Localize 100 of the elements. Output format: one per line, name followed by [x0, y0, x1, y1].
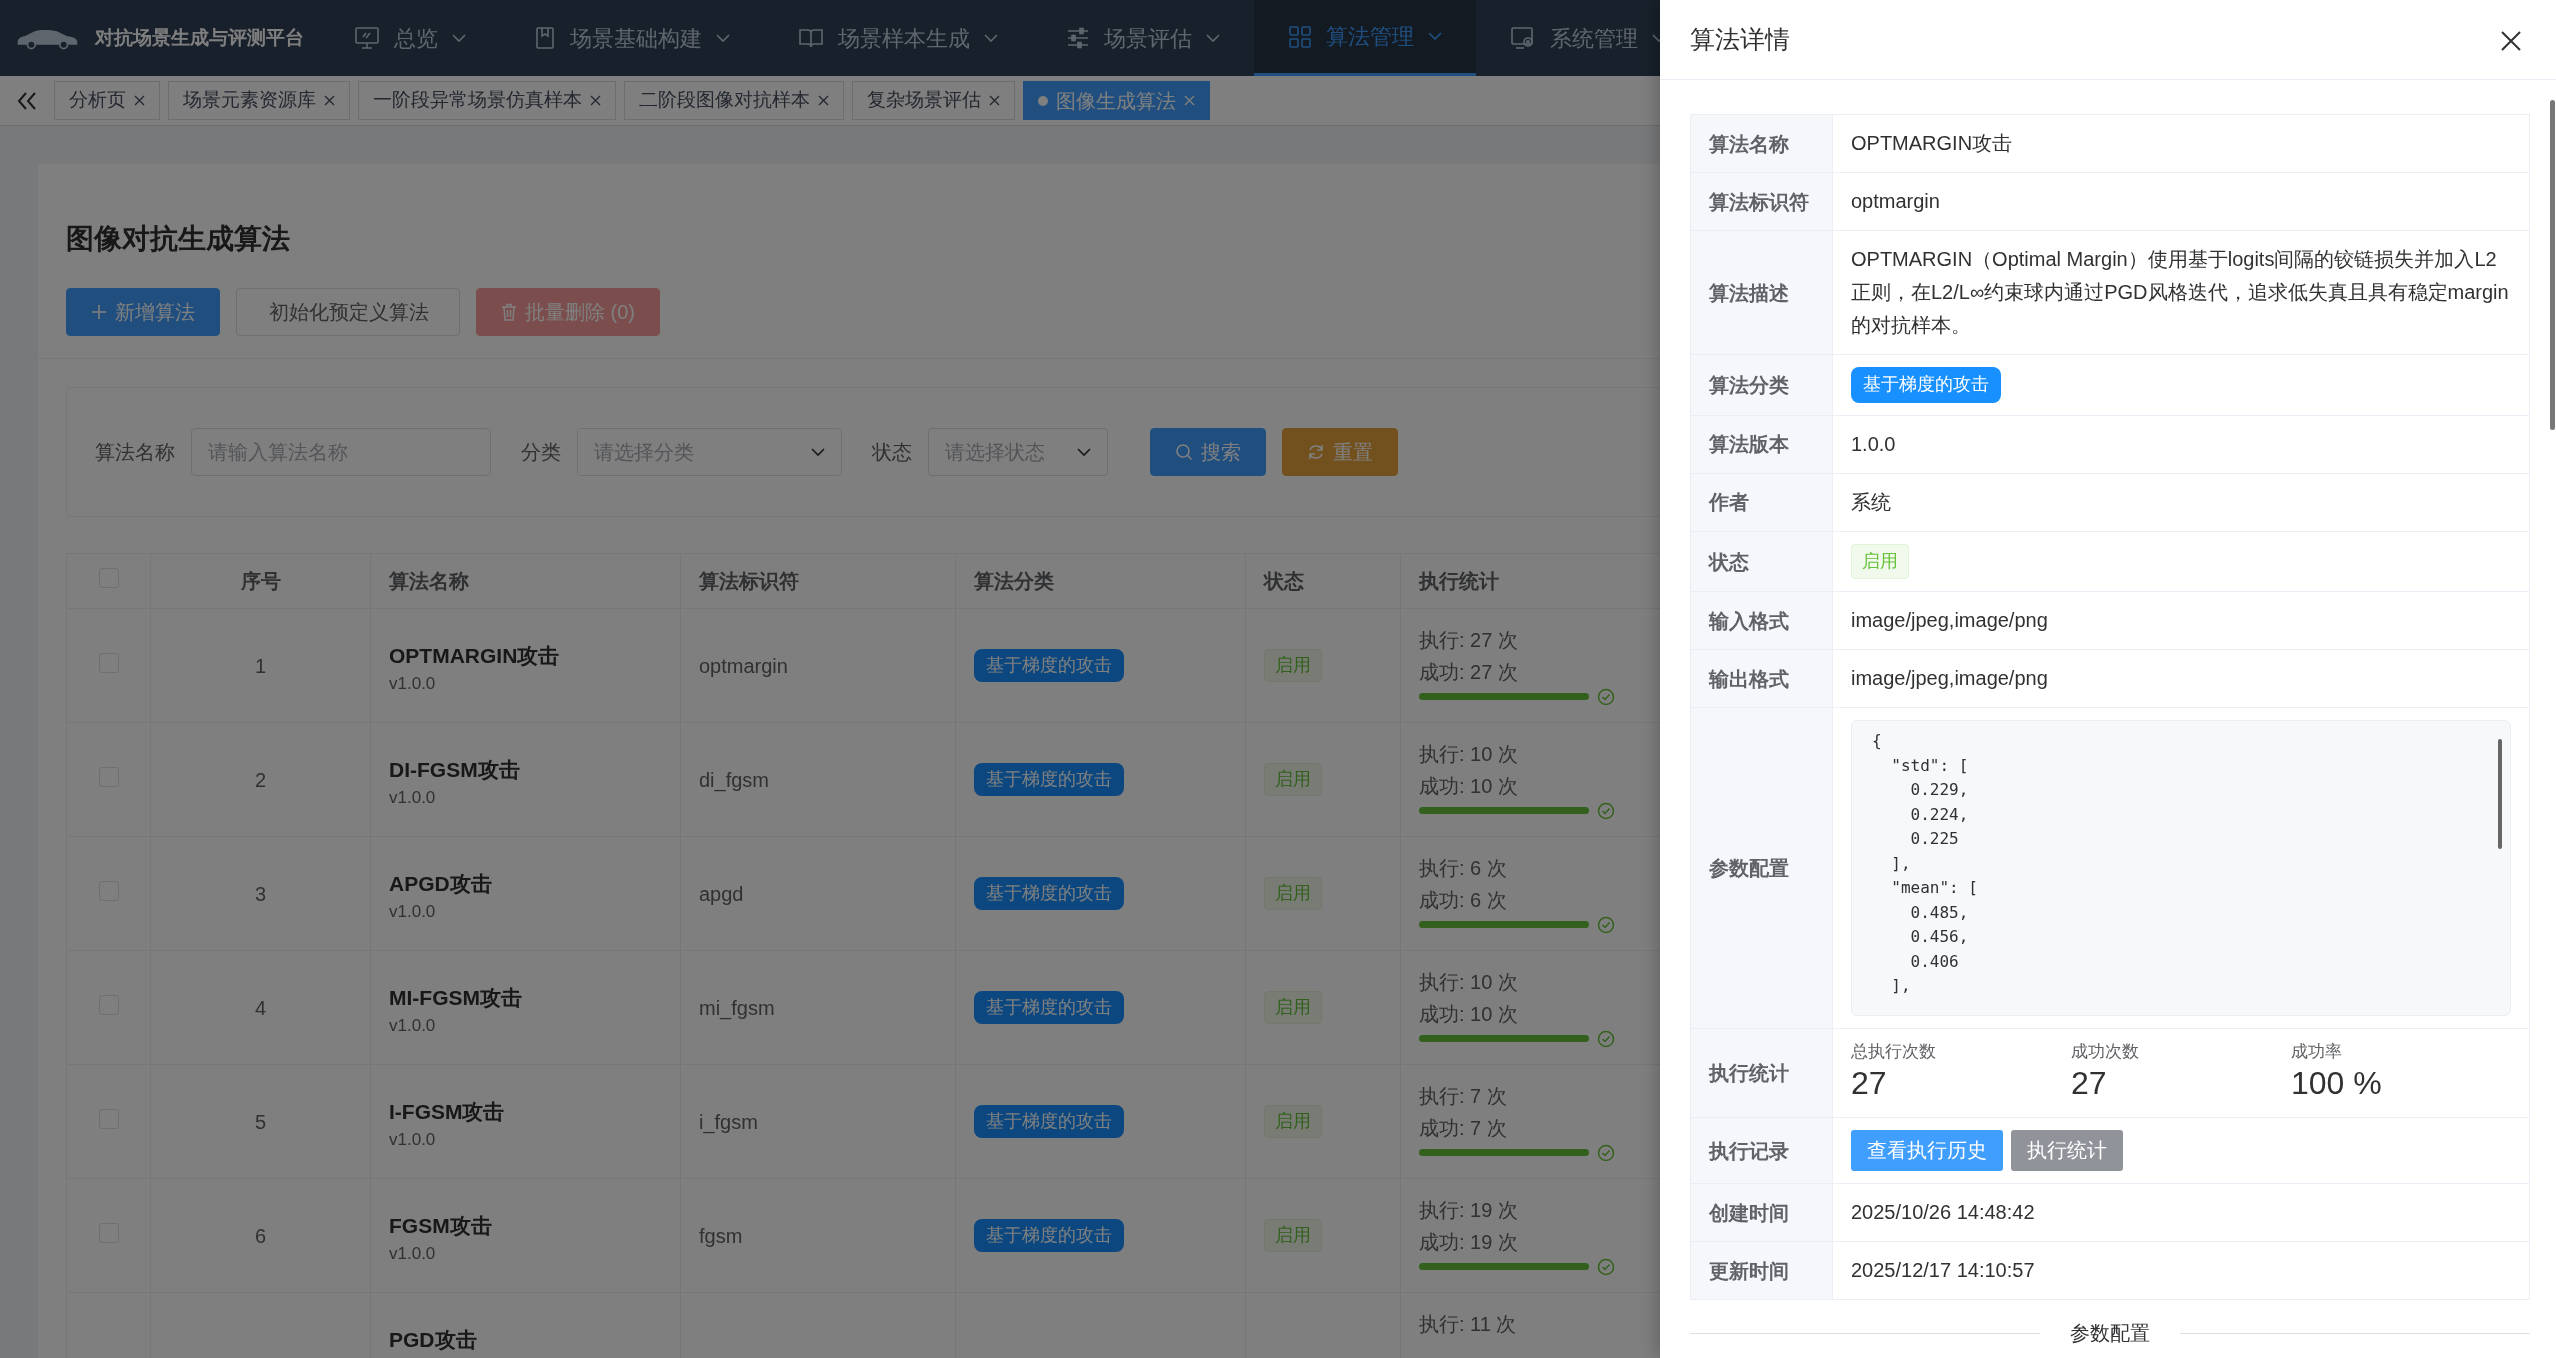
success-count: 成功: 19 次	[1419, 1229, 1518, 1255]
filter-label: 状态	[872, 440, 912, 465]
field-value: optmargin	[1851, 190, 1940, 212]
column-header: 序号	[240, 570, 281, 592]
check-circle-icon	[1597, 687, 1615, 706]
success-count: 成功: 27 次	[1419, 659, 1518, 685]
table-cell: fgsm	[699, 1224, 743, 1247]
grid-icon	[1288, 24, 1312, 49]
algorithm-name: APGD攻击	[389, 870, 493, 897]
field-label: 执行记录	[1709, 1139, 1789, 1162]
algorithm-name: DI-FGSM攻击	[389, 756, 521, 783]
field-label: 作者	[1709, 491, 1749, 514]
open-book-icon	[798, 27, 824, 49]
run-count: 执行: 10 次	[1419, 969, 1518, 995]
page-tab[interactable]: 复杂场景评估	[852, 81, 1015, 120]
stat-value: 27	[2071, 1064, 2107, 1104]
field-value: 系统	[1851, 490, 1891, 513]
algorithm-name: OPTMARGIN攻击	[389, 642, 561, 669]
filter-label: 算法名称	[95, 440, 175, 465]
check-circle-icon	[1597, 1257, 1615, 1276]
nav-menu-item[interactable]: 场景评估	[1032, 0, 1254, 76]
nav-menu-item[interactable]: 场景基础构建	[500, 0, 764, 76]
status-tag: 启用	[1264, 649, 1322, 682]
table-cell: apgd	[699, 882, 744, 905]
book-icon	[534, 26, 556, 50]
nav-menu-item[interactable]: 算法管理	[1254, 0, 1476, 76]
table-cell: mi_fgsm	[699, 996, 775, 1019]
success-count: 成功: 6 次	[1419, 887, 1507, 913]
close-icon[interactable]	[324, 95, 335, 106]
close-icon[interactable]	[818, 95, 829, 106]
version-text: v1.0.0	[389, 1015, 437, 1037]
close-icon[interactable]	[590, 95, 601, 106]
check-circle-icon	[1597, 915, 1615, 934]
action-button[interactable]: 新增算法	[66, 288, 220, 336]
success-count: 成功: 7 次	[1419, 1115, 1507, 1141]
run-count: 执行: 10 次	[1419, 741, 1518, 767]
table-cell: di_fgsm	[699, 768, 770, 791]
status-tag: 启用	[1264, 1219, 1322, 1252]
field-label: 执行统计	[1709, 1062, 1789, 1085]
stat-value: 27	[1851, 1064, 1887, 1104]
nav-menu-item[interactable]: 总览	[320, 0, 500, 76]
sliders-icon	[1066, 27, 1090, 49]
field-label: 算法版本	[1709, 433, 1789, 456]
field-label: 参数配置	[1709, 857, 1789, 880]
page-tab[interactable]: 场景元素资源库	[168, 81, 350, 120]
reset-button[interactable]: 重置	[1282, 428, 1398, 476]
section-heading: 参数配置	[2069, 1321, 2151, 1347]
category-tag: 基于梯度的攻击	[974, 1105, 1124, 1138]
run-count: 执行: 11 次	[1419, 1311, 1517, 1337]
check-circle-icon	[1597, 1029, 1615, 1048]
chevron-icon	[1077, 447, 1091, 457]
collapse-icon[interactable]	[16, 90, 38, 111]
monitor-icon	[354, 26, 380, 50]
search-button[interactable]: 搜索	[1150, 428, 1266, 476]
action-button[interactable]: 初始化预定义算法	[236, 288, 460, 336]
nav-menu-item[interactable]: 场景样本生成	[764, 0, 1032, 76]
category-tag: 基于梯度的攻击	[1851, 367, 2001, 403]
code-block: { "std": [ 0.229, 0.224, 0.225 ], "mean": [ 0.485, 0.456, 0.406 ],	[1851, 720, 2511, 1017]
page-tab[interactable]: 分析页	[54, 81, 160, 120]
page-tab[interactable]: 图像生成算法	[1023, 81, 1210, 120]
close-icon[interactable]	[134, 95, 145, 106]
column-header: 状态	[1264, 570, 1304, 592]
stat-value: 100 %	[2291, 1064, 2382, 1104]
trash-icon	[501, 303, 517, 321]
category-tag: 基于梯度的攻击	[974, 763, 1124, 796]
table-cell: optmargin	[699, 654, 788, 677]
field-value: 2025/10/26 14:48:42	[1851, 1201, 2035, 1224]
stat-title: 成功次数	[2071, 1041, 2139, 1064]
field-value: 2025/12/17 14:10:57	[1851, 1259, 2035, 1282]
success-count: 成功: 10 次	[1419, 773, 1518, 799]
close-icon[interactable]	[989, 95, 1000, 106]
caret-icon	[984, 33, 998, 43]
status-tag: 启用	[1851, 543, 1909, 580]
category-tag: 基于梯度的攻击	[974, 1219, 1124, 1252]
field-label: 算法名称	[1709, 132, 1789, 155]
page-tab[interactable]: 二阶段图像对抗样本	[624, 81, 844, 120]
field-value: image/jpeg,image/png	[1851, 667, 2048, 690]
field-label: 输出格式	[1709, 667, 1789, 690]
plus-icon	[91, 304, 107, 320]
field-label: 算法描述	[1709, 281, 1789, 304]
action-button[interactable]: 查看执行历史	[1851, 1130, 2003, 1172]
field-value: 1.0.0	[1851, 432, 1896, 455]
close-icon	[2500, 30, 2522, 53]
status-tag: 启用	[1264, 1105, 1322, 1138]
drawer-title: 算法详情	[1690, 23, 1790, 55]
refresh-icon	[1307, 443, 1325, 461]
version-text: v1.0.0	[389, 787, 437, 809]
version-text: v1.0.0	[389, 1129, 437, 1151]
caret-icon	[716, 33, 730, 43]
page-tab[interactable]: 一阶段异常场景仿真样本	[358, 81, 616, 120]
dot-icon	[1038, 95, 1048, 106]
caret-icon	[1428, 32, 1442, 41]
settings-icon	[1510, 26, 1536, 50]
search-icon	[1175, 443, 1193, 461]
table-cell: 3	[254, 882, 267, 905]
run-count: 执行: 7 次	[1419, 1083, 1507, 1109]
algorithm-name: PGD攻击	[389, 1326, 478, 1353]
algorithm-name: FGSM攻击	[389, 1212, 493, 1239]
action-button[interactable]: 执行统计	[2011, 1130, 2123, 1172]
category-tag: 基于梯度的攻击	[974, 877, 1124, 910]
